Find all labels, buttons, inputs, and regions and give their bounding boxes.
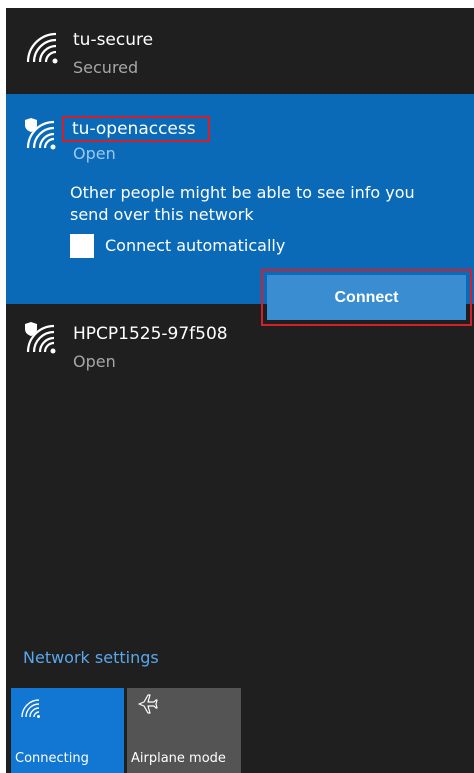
connect-automatically-label[interactable]: Connect automatically	[105, 236, 285, 256]
wifi-quick-action-tile[interactable]: Connecting	[11, 688, 124, 773]
network-status: Open	[73, 144, 116, 163]
network-status: Open	[73, 352, 116, 371]
connect-automatically-checkbox[interactable]	[70, 234, 94, 258]
wifi-shield-icon	[25, 322, 56, 354]
wifi-icon	[26, 32, 58, 64]
wifi-shield-icon	[25, 118, 56, 150]
network-name: tu-secure	[73, 30, 154, 50]
network-flyout: tu-secure Secured tu-openaccess Open Oth…	[6, 8, 474, 773]
wifi-icon	[21, 699, 40, 718]
airplane-icon	[138, 694, 158, 714]
highlight-box-network-name: tu-openaccess	[62, 116, 210, 142]
security-warning: Other people might be able to see info y…	[70, 183, 415, 224]
network-item-hpcp1525[interactable]: HPCP1525-97f508 Open	[6, 308, 474, 408]
network-status: Secured	[73, 58, 139, 77]
tile-label: Connecting	[15, 751, 89, 766]
network-item-tu-secure[interactable]: tu-secure Secured	[6, 8, 474, 92]
network-settings-link[interactable]: Network settings	[23, 648, 159, 668]
network-item-tu-openaccess[interactable]: tu-openaccess Open Other people might be…	[6, 94, 474, 326]
airplane-mode-quick-action-tile[interactable]: Airplane mode	[127, 688, 241, 773]
network-name: tu-openaccess	[72, 119, 196, 139]
tile-label: Airplane mode	[131, 751, 226, 766]
network-name: HPCP1525-97f508	[73, 324, 228, 344]
